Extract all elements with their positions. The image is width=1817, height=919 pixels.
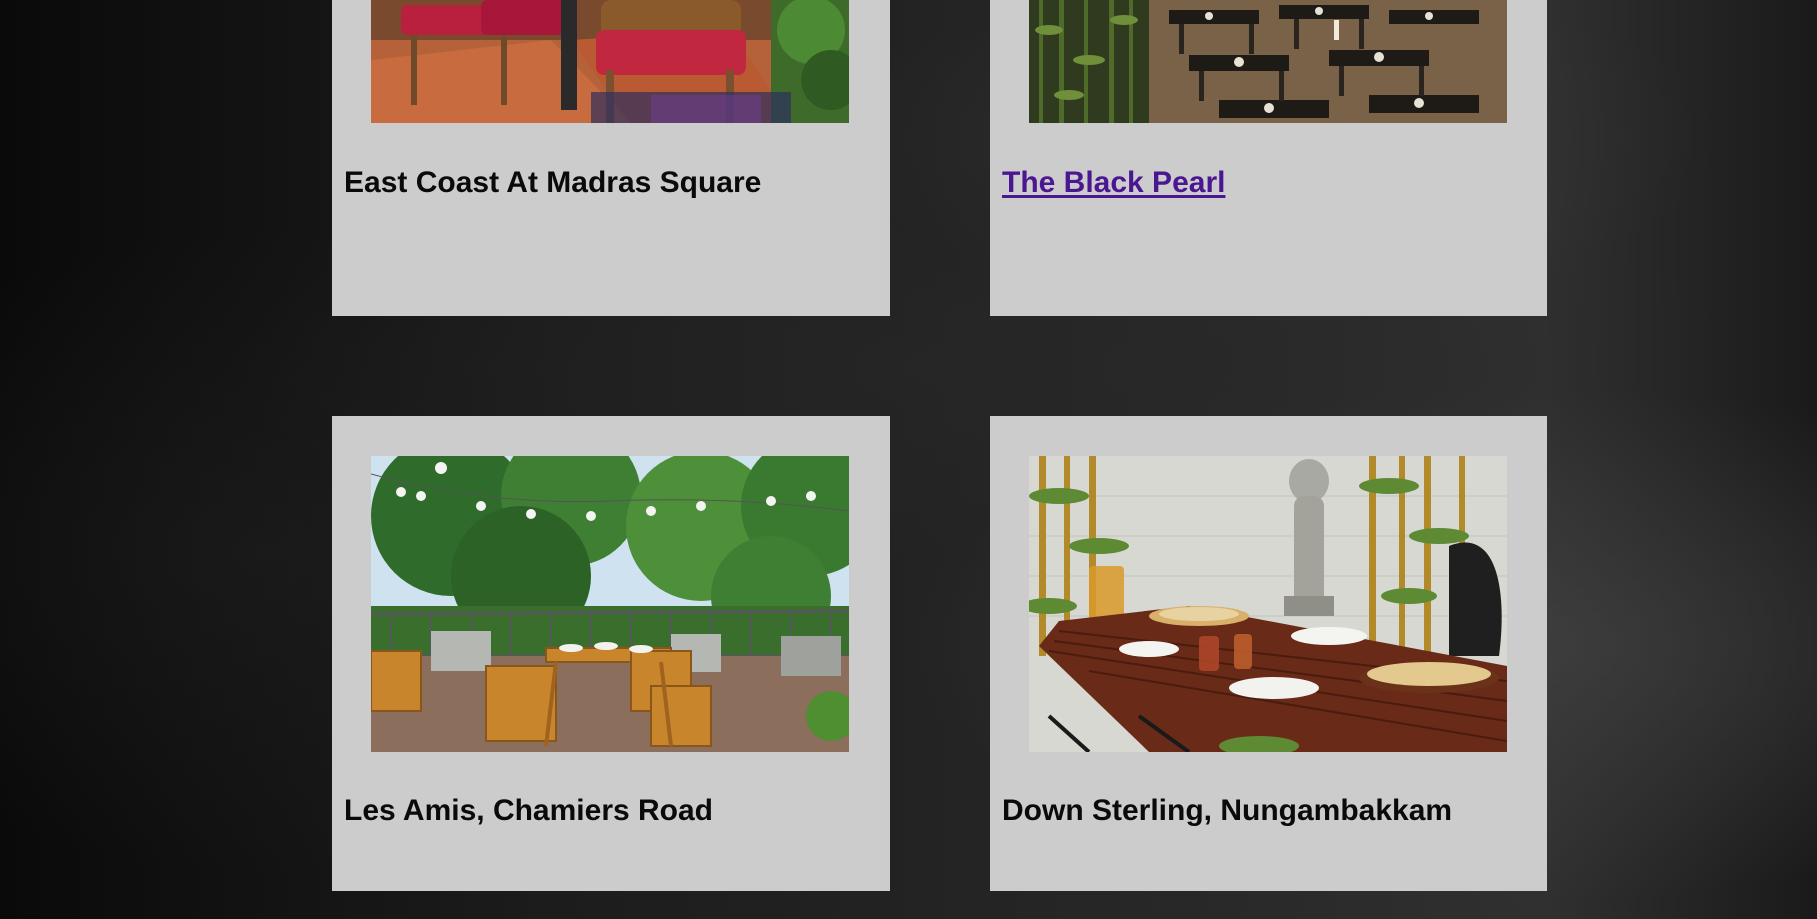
restaurant-card[interactable]: Les Amis, Chamiers Road: [332, 416, 890, 891]
restaurant-card[interactable]: Down Sterling, Nungambakkam: [990, 416, 1547, 891]
restaurant-name[interactable]: The Black Pearl: [1002, 166, 1225, 200]
restaurant-photo[interactable]: [371, 456, 849, 752]
restaurant-name: Les Amis, Chamiers Road: [344, 794, 714, 827]
restaurant-name-link[interactable]: The Black Pearl: [1002, 166, 1225, 199]
restaurant-card[interactable]: The Black Pearl: [990, 0, 1547, 316]
restaurant-card[interactable]: East Coast At Madras Square: [332, 0, 890, 316]
restaurant-name: East Coast At Madras Square: [344, 166, 762, 199]
restaurant-photo[interactable]: [371, 0, 849, 123]
restaurant-name: Down Sterling, Nungambakkam: [1002, 794, 1453, 827]
restaurant-photo[interactable]: [1029, 456, 1507, 752]
restaurant-photo[interactable]: [1029, 0, 1507, 123]
